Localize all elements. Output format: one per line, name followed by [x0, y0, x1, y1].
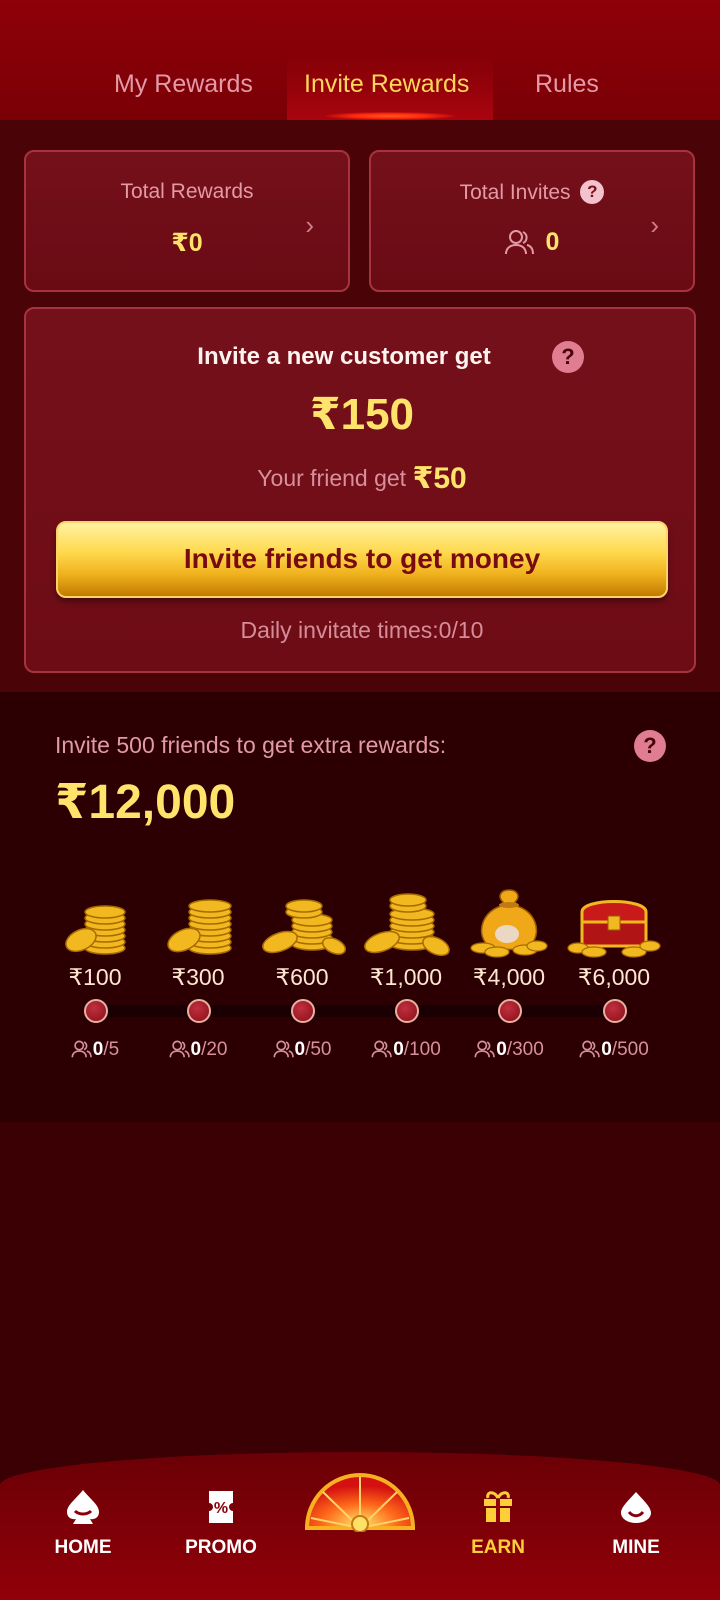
tier-item: ₹300 [148, 882, 248, 991]
invite-reward-amount: ₹150 [309, 390, 415, 439]
extra-rewards-section: Invite 500 friends to get extra rewards:… [0, 692, 720, 1122]
invite-title: Invite a new customer get [197, 343, 491, 370]
tier-item: ₹6,000 [564, 882, 664, 991]
coin-pile-large-icon [356, 882, 456, 962]
tier-progress-dot [187, 999, 211, 1023]
nav-label: HOME [54, 1537, 112, 1558]
invite-card: Invite a new customer get ? ₹150 Your fr… [24, 307, 696, 673]
drop-icon [581, 1487, 691, 1527]
total-rewards-value: ₹0 [171, 229, 203, 257]
friend-reward-label: Your friend get [257, 465, 407, 491]
spade-icon [28, 1487, 138, 1527]
help-icon[interactable]: ? [580, 180, 605, 204]
total-rewards-card[interactable]: Total Rewards ₹0 › [24, 150, 350, 292]
tier-amount: ₹600 [275, 964, 329, 990]
coin-stack-icon [148, 882, 248, 962]
total-rewards-label: Total Rewards [120, 180, 254, 203]
tier-progress-dot [498, 999, 522, 1023]
tier-item: ₹600 [252, 882, 352, 991]
tier-amount: ₹1,000 [369, 964, 443, 990]
extra-rewards-title: Invite 500 friends to get extra rewards: [55, 732, 447, 758]
spin-wheel-icon[interactable] [303, 1462, 417, 1533]
people-icon [504, 229, 535, 262]
tier-amount: ₹4,000 [472, 964, 546, 990]
nav-item-mine[interactable]: MINE [581, 1487, 691, 1559]
extra-rewards-amount: ₹12,000 [55, 776, 236, 829]
friend-reward-line: Your friend get ₹50 [26, 461, 698, 496]
daily-invite-times: Daily invitate times:0/10 [240, 617, 484, 643]
tier-amount: ₹6,000 [577, 964, 651, 990]
nav-label: PROMO [185, 1537, 257, 1558]
tier-progress-dot [603, 999, 627, 1023]
coin-pile-icon [252, 882, 352, 962]
tier-item: ₹100 [45, 882, 145, 991]
help-icon[interactable]: ? [634, 730, 666, 762]
total-invites-value: 0 [545, 228, 560, 256]
friend-reward-amount: ₹50 [412, 462, 467, 495]
tier-amount: ₹300 [171, 964, 225, 990]
nav-item-home[interactable]: HOME [28, 1487, 138, 1559]
money-bag-icon [459, 882, 559, 962]
tab-active-indicator [325, 112, 455, 120]
tab-my-rewards[interactable]: My Rewards [114, 70, 253, 99]
nav-label: MINE [612, 1537, 660, 1558]
invite-friends-button[interactable]: Invite friends to get money [56, 521, 668, 598]
nav-label: EARN [471, 1537, 525, 1558]
chevron-right-icon: › [305, 210, 314, 240]
gift-icon [443, 1487, 553, 1527]
progress-track [96, 1005, 626, 1017]
nav-item-earn[interactable]: EARN [443, 1487, 553, 1559]
tier-item: ₹1,000 [356, 882, 456, 991]
tier-progress: 0/300 [459, 1039, 559, 1061]
tier-progress: 0/5 [45, 1039, 145, 1061]
treasure-chest-icon [564, 882, 664, 962]
tier-progress: 0/500 [564, 1039, 664, 1061]
tier-progress: 0/20 [148, 1039, 248, 1061]
tab-invite-rewards[interactable]: Invite Rewards [304, 70, 469, 99]
svg-text:%: % [214, 1500, 228, 1517]
tier-progress-dot [291, 999, 315, 1023]
tier-progress: 0/50 [252, 1039, 352, 1061]
tier-progress-dot [395, 999, 419, 1023]
nav-item-promo[interactable]: % PROMO [166, 1487, 276, 1559]
tier-item: ₹4,000 [459, 882, 559, 991]
reward-tiers: ₹100 0/5 ₹300 0/20 ₹600 0/50 ₹1,000 0/10… [0, 882, 720, 1062]
help-icon[interactable]: ? [552, 341, 584, 373]
tier-progress-dot [84, 999, 108, 1023]
tab-rules[interactable]: Rules [535, 70, 599, 99]
total-invites-label: Total Invites [459, 181, 571, 204]
tier-progress: 0/100 [356, 1039, 456, 1061]
invite-section: Total Rewards ₹0 › Total Invites ? 0 › I… [0, 120, 720, 692]
top-tabs: My Rewards Invite Rewards Rules [0, 0, 720, 120]
total-invites-value-row: 0 [371, 228, 693, 262]
total-invites-card[interactable]: Total Invites ? 0 › [369, 150, 695, 292]
coin-stack-icon [45, 882, 145, 962]
chevron-right-icon: › [650, 210, 659, 240]
total-invites-label-row: Total Invites ? [371, 180, 693, 205]
tier-amount: ₹100 [68, 964, 122, 990]
ticket-icon: % [166, 1487, 276, 1527]
